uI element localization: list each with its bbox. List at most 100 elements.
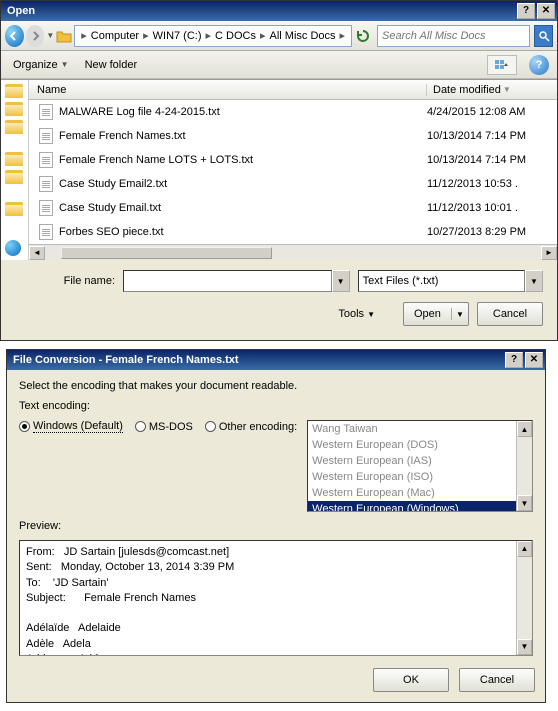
- ok-button[interactable]: OK: [373, 668, 449, 692]
- encoding-option[interactable]: Western European (Windows): [308, 501, 532, 512]
- conversion-titlebar[interactable]: File Conversion - Female French Names.tx…: [7, 350, 545, 370]
- radio-other[interactable]: Other encoding:: [205, 421, 297, 433]
- folder-icon[interactable]: [5, 84, 23, 98]
- cancel-button[interactable]: Cancel: [459, 668, 535, 692]
- file-row[interactable]: Female French Name LOTS + LOTS.txt10/13/…: [29, 148, 557, 172]
- encoding-option[interactable]: Western European (IAS): [308, 453, 532, 469]
- text-file-icon: [39, 224, 53, 240]
- breadcrumb-misc[interactable]: All Misc Docs: [268, 30, 338, 42]
- open-title: Open: [7, 5, 515, 17]
- search-go-button[interactable]: [534, 25, 553, 47]
- breadcrumb-computer[interactable]: Computer: [89, 30, 141, 42]
- folder-icon: [56, 28, 72, 44]
- preview-label: Preview:: [19, 520, 533, 532]
- search-box[interactable]: [377, 25, 530, 47]
- scroll-right-arrow[interactable]: ►: [541, 246, 557, 260]
- open-titlebar[interactable]: Open ? ✕: [1, 1, 557, 21]
- file-list: Name Date modified▼ MALWARE Log file 4-2…: [29, 80, 557, 260]
- radio-windows[interactable]: Windows (Default): [19, 420, 123, 433]
- file-date: 11/12/2013 10:01 .: [427, 202, 557, 214]
- file-browser: Name Date modified▼ MALWARE Log file 4-2…: [1, 79, 557, 260]
- file-row[interactable]: MALWARE Log file 4-24-2015.txt4/24/2015 …: [29, 100, 557, 124]
- folder-icon[interactable]: [5, 120, 23, 134]
- help-button[interactable]: ?: [505, 352, 523, 368]
- help-button[interactable]: ?: [517, 3, 535, 19]
- scrollbar-thumb[interactable]: [61, 247, 272, 259]
- vertical-scrollbar[interactable]: ▲▼: [516, 541, 532, 655]
- folder-icon[interactable]: [5, 170, 23, 184]
- file-row[interactable]: Forbes SEO piece.txt10/27/2013 8:29 PM: [29, 220, 557, 244]
- organize-menu[interactable]: Organize ▼: [9, 57, 73, 73]
- scroll-left-arrow[interactable]: ◄: [29, 246, 45, 260]
- toolbar: Organize ▼ New folder ?: [1, 51, 557, 79]
- sort-desc-icon: ▼: [503, 85, 511, 94]
- file-name: Forbes SEO piece.txt: [59, 226, 427, 238]
- filetype-dropdown[interactable]: ▼: [525, 270, 543, 292]
- navigation-bar: ▼ ▸ Computer ▸ WIN7 (C:) ▸ C DOCs ▸ All …: [1, 21, 557, 51]
- close-button[interactable]: ✕: [525, 352, 543, 368]
- navigation-pane[interactable]: [1, 80, 29, 260]
- file-date: 11/12/2013 10:53 .: [427, 178, 557, 190]
- file-date: 10/13/2014 7:14 PM: [427, 154, 557, 166]
- text-file-icon: [39, 128, 53, 144]
- file-row[interactable]: Case Study Email2.txt11/12/2013 10:53 .: [29, 172, 557, 196]
- filetype-select[interactable]: Text Files (*.txt): [358, 270, 525, 292]
- encoding-listbox[interactable]: Wang TaiwanWestern European (DOS)Western…: [307, 420, 533, 512]
- refresh-button[interactable]: [354, 26, 371, 46]
- breadcrumb-cdocs[interactable]: C DOCs: [213, 30, 258, 42]
- scroll-up-arrow[interactable]: ▲: [517, 421, 532, 437]
- radio-off-icon: [205, 421, 216, 432]
- preview-box: From: JD Sartain [julesds@comcast.net] S…: [19, 540, 533, 656]
- breadcrumb-drive[interactable]: WIN7 (C:): [151, 30, 204, 42]
- file-row[interactable]: Female French Names.txt10/13/2014 7:14 P…: [29, 124, 557, 148]
- file-date: 4/24/2015 12:08 AM: [427, 106, 557, 118]
- tools-menu[interactable]: Tools ▼: [338, 308, 375, 320]
- vertical-scrollbar[interactable]: ▲ ▼: [516, 421, 532, 511]
- breadcrumb[interactable]: ▸ Computer ▸ WIN7 (C:) ▸ C DOCs ▸ All Mi…: [74, 25, 352, 47]
- text-encoding-label: Text encoding:: [19, 400, 533, 412]
- filename-input[interactable]: [123, 270, 332, 292]
- file-date: 10/27/2013 8:29 PM: [427, 226, 557, 238]
- scroll-up-arrow[interactable]: ▲: [517, 541, 532, 557]
- chevron-right-icon[interactable]: ▸: [338, 29, 348, 42]
- folder-icon[interactable]: [5, 152, 23, 166]
- new-folder-button[interactable]: New folder: [81, 57, 142, 73]
- file-name: Female French Name LOTS + LOTS.txt: [59, 154, 427, 166]
- encoding-option[interactable]: Wang Taiwan: [308, 421, 532, 437]
- folder-icon[interactable]: [5, 102, 23, 116]
- open-dialog: Open ? ✕ ▼ ▸ Computer ▸ WIN7 (C:) ▸ C DO…: [0, 0, 558, 341]
- scroll-down-arrow[interactable]: ▼: [517, 639, 532, 655]
- history-dropdown-icon[interactable]: ▼: [46, 31, 54, 40]
- back-button[interactable]: [5, 25, 24, 47]
- help-icon[interactable]: ?: [529, 55, 549, 75]
- encoding-option[interactable]: Western European (Mac): [308, 485, 532, 501]
- close-button[interactable]: ✕: [537, 3, 555, 19]
- column-date[interactable]: Date modified▼: [427, 84, 557, 96]
- network-icon[interactable]: [5, 240, 21, 256]
- folder-icon[interactable]: [5, 202, 23, 216]
- chevron-right-icon[interactable]: ▸: [79, 29, 89, 42]
- column-name[interactable]: Name: [29, 84, 427, 96]
- file-name: Female French Names.txt: [59, 130, 427, 142]
- conversion-buttons: OK Cancel: [7, 662, 545, 702]
- chevron-down-icon: ▼: [367, 310, 375, 319]
- horizontal-scrollbar[interactable]: ◄ ►: [29, 244, 557, 260]
- filename-dropdown[interactable]: ▼: [332, 270, 350, 292]
- chevron-right-icon[interactable]: ▸: [141, 29, 151, 42]
- open-bottom-panel: File name: ▼ Text Files (*.txt) ▼ Tools …: [1, 260, 557, 340]
- radio-msdos[interactable]: MS-DOS: [135, 421, 193, 433]
- conversion-body: Select the encoding that makes your docu…: [7, 370, 545, 662]
- view-grid-icon: [495, 60, 509, 70]
- forward-button[interactable]: [26, 25, 45, 47]
- scroll-down-arrow[interactable]: ▼: [517, 495, 532, 511]
- file-name: MALWARE Log file 4-24-2015.txt: [59, 106, 427, 118]
- open-button[interactable]: Open ▼: [403, 302, 469, 326]
- search-input[interactable]: [382, 30, 525, 42]
- chevron-right-icon[interactable]: ▸: [204, 29, 214, 42]
- view-options-button[interactable]: [487, 55, 517, 75]
- chevron-right-icon[interactable]: ▸: [258, 29, 268, 42]
- encoding-option[interactable]: Western European (ISO): [308, 469, 532, 485]
- file-row[interactable]: Case Study Email.txt11/12/2013 10:01 .: [29, 196, 557, 220]
- encoding-option[interactable]: Western European (DOS): [308, 437, 532, 453]
- cancel-button[interactable]: Cancel: [477, 302, 543, 326]
